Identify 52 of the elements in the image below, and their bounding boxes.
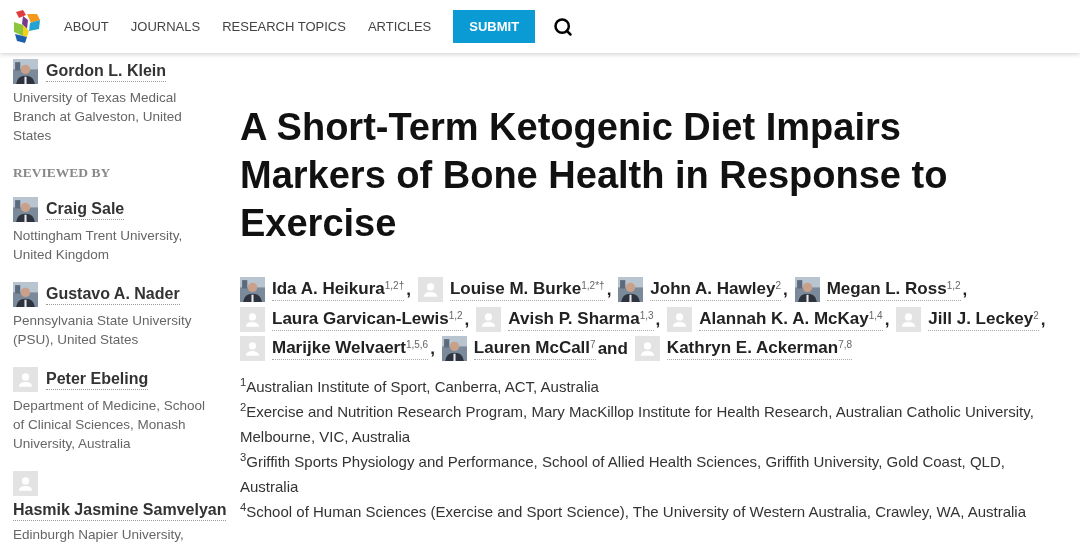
author-separator: , bbox=[655, 308, 661, 331]
person-link[interactable]: Gustavo A. Nader bbox=[46, 284, 180, 306]
author-link[interactable]: Avish P. Sharma$^{1,3}$ bbox=[508, 307, 654, 331]
logo-icon[interactable] bbox=[13, 10, 42, 43]
person-link[interactable]: Peter Ebeling bbox=[46, 369, 149, 391]
author-link[interactable]: Marijke Welvaert$^{1,5,6}$ bbox=[272, 337, 429, 361]
avatar-placeholder-icon bbox=[13, 367, 38, 393]
avatar-placeholder-icon bbox=[13, 471, 38, 497]
affiliation-text: $^{3}$Griffith Sports Physiology and Performance, School of Allied Health Sciences, Griffith University, Gold Coast, QLD, Australia bbox=[240, 449, 1006, 497]
author-separator: , bbox=[884, 308, 890, 331]
avatar-placeholder-icon bbox=[634, 336, 660, 362]
author-link[interactable]: Jill J. Leckey$^{2}$ bbox=[928, 307, 1039, 331]
nav-link[interactable]: ARTICLES bbox=[367, 16, 432, 37]
author-link[interactable]: Laura Garvican-Lewis$^{1,2}$ bbox=[272, 307, 463, 331]
article-title: A Short-Term Ketogenic Diet Impairs Markers of Bone Health in Response to Exercise bbox=[240, 105, 949, 246]
person-link[interactable]: Gordon L. Klein bbox=[46, 61, 166, 82]
person-link[interactable]: Hasmik Jasmine Samvelyan bbox=[13, 500, 227, 522]
author-link[interactable]: John A. Hawley$^{2}$ bbox=[650, 278, 781, 302]
nav-link[interactable]: JOURNALS bbox=[130, 16, 201, 37]
search-icon[interactable] bbox=[553, 16, 574, 37]
avatar-placeholder-icon bbox=[240, 306, 265, 332]
author-link[interactable]: Lauren McCall$^{7}$ bbox=[473, 337, 596, 361]
author-separator: , bbox=[1040, 308, 1046, 331]
author-separator: , bbox=[430, 338, 435, 360]
author-separator: and bbox=[597, 338, 628, 360]
affiliation-text: $^{1}$Australian Institute of Sport, Canberra, ACT, Australia bbox=[240, 374, 600, 397]
nav-link[interactable]: RESEARCH TOPICS bbox=[222, 16, 346, 37]
affiliation-text: Nottingham Trent University, United Kingdom bbox=[13, 227, 184, 265]
author-link[interactable]: Louise M. Burke$^{1,2*†}$ bbox=[449, 278, 605, 302]
affiliation-text: $^{4}$School of Human Sciences (Exercise and Sport Science), The University of Western Australia, Crawley, WA, Australia bbox=[240, 499, 1028, 522]
author-link[interactable]: Ida A. Heikura$^{1,2†}$ bbox=[272, 278, 405, 302]
affiliation-text: $^{2}$Exercise and Nutrition Research Program, Mary MacKillop Institute for Health Research, Australian Catholic University, Melbourne, VIC, Australia bbox=[240, 399, 1035, 447]
avatar-placeholder-icon bbox=[417, 277, 443, 303]
author-separator: , bbox=[962, 279, 968, 301]
affiliation-text: Pennsylvania State University (PSU), United States bbox=[13, 312, 193, 350]
author-separator: , bbox=[606, 279, 612, 301]
author-link[interactable]: Megan L. Ross$^{1,2}$ bbox=[826, 278, 961, 302]
author-link[interactable]: Alannah K. A. McKay$^{1,4}$ bbox=[699, 307, 883, 331]
avatar-placeholder-icon bbox=[667, 306, 693, 332]
author-separator: , bbox=[464, 308, 470, 331]
avatar-placeholder-icon bbox=[476, 306, 502, 332]
affiliation-text: Edinburgh Napier University, bbox=[13, 526, 185, 545]
person-link[interactable]: Craig Sale bbox=[46, 199, 125, 221]
author-separator: , bbox=[406, 279, 411, 301]
avatar-placeholder-icon bbox=[240, 336, 265, 362]
author-link[interactable]: Kathryn E. Ackerman$^{7,8}$ bbox=[666, 337, 853, 361]
section-heading: REVIEWED BY bbox=[13, 164, 112, 182]
affiliation-text: University of Texas Medical Branch at Galveston, United States bbox=[13, 89, 183, 145]
avatar-placeholder-icon bbox=[896, 306, 922, 332]
author-separator: , bbox=[782, 279, 788, 301]
affiliation-text: Department of Medicine, School of Clinical Sciences, Monash University, Australia bbox=[13, 397, 207, 454]
nav-link[interactable]: ABOUT bbox=[64, 16, 109, 37]
